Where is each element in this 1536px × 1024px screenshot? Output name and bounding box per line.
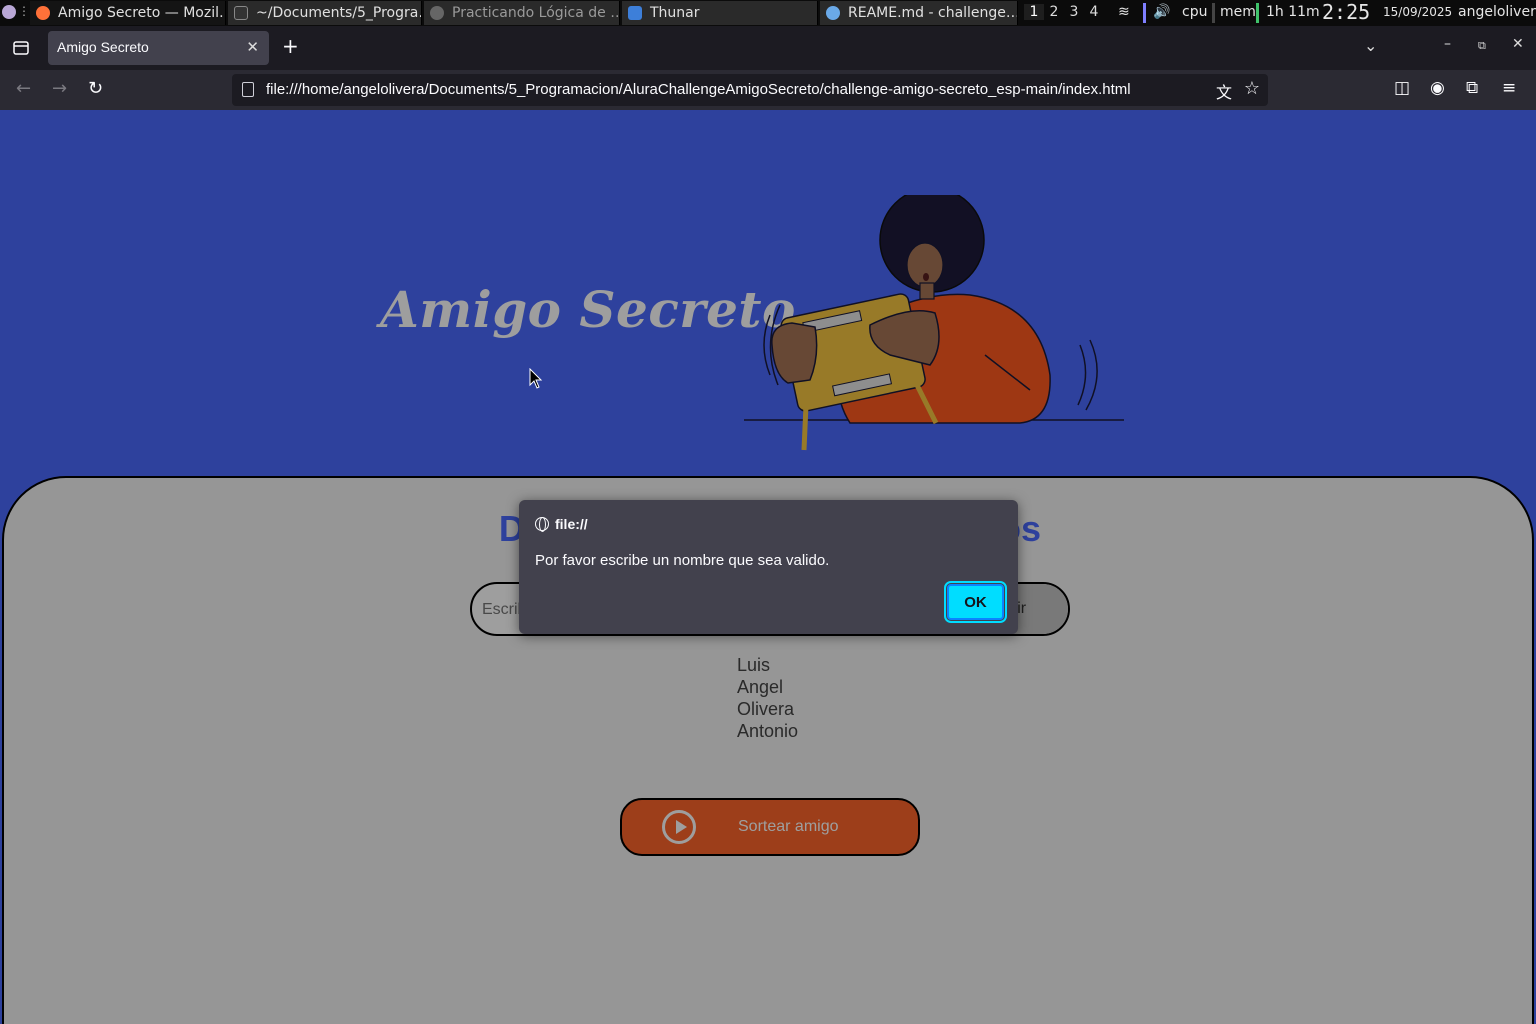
page-icon (242, 82, 254, 97)
dialog-origin-text: file:// (555, 516, 588, 532)
menu-icon[interactable]: ≡ (1502, 78, 1516, 98)
wifi-icon[interactable]: ≋ (1118, 4, 1130, 20)
workspace-switcher[interactable]: 1234 (1024, 4, 1104, 20)
mouse-cursor-icon (529, 368, 543, 389)
taskbar-task-terminal[interactable]: ~/Documents/5_Progra… (228, 1, 422, 25)
indicator-bar (1143, 3, 1146, 23)
globe-icon (535, 517, 549, 532)
workspace-1[interactable]: 1 (1024, 4, 1044, 20)
editor-icon (826, 6, 840, 20)
taskbar-task-label: REAME.md - challenge… (848, 5, 1018, 21)
ok-button[interactable]: OK (944, 581, 1007, 623)
page-icon (430, 6, 444, 20)
date: 15/09/2025 (1383, 5, 1453, 19)
workspace-4[interactable]: 4 (1084, 4, 1104, 20)
browser-nav-bar: ← → ↻ file:///home/angelolivera/Document… (0, 70, 1536, 110)
pocket-icon[interactable]: ◫ (1394, 78, 1410, 98)
clock: 2:25 (1322, 0, 1371, 24)
forward-icon[interactable]: → (52, 78, 67, 99)
system-taskbar: ⋮ Amigo Secreto — Mozil… ~/Documents/5_P… (0, 0, 1536, 26)
uptime-text: 1h 11m (1266, 4, 1320, 20)
taskbar-task-label: ~/Documents/5_Progra… (256, 5, 422, 21)
close-window-icon[interactable]: ✕ (1512, 36, 1524, 52)
minimize-icon[interactable]: – (1444, 36, 1451, 52)
dialog-message: Por favor escribe un nombre que sea vali… (535, 552, 830, 569)
taskbar-task-browser-page[interactable]: Practicando Lógica de … (424, 1, 620, 25)
tab-title: Amigo Secreto (57, 39, 149, 55)
taskbar-task-firefox[interactable]: Amigo Secreto — Mozil… (30, 1, 226, 25)
extensions-icon[interactable]: ⧉ (1466, 78, 1478, 98)
reload-icon[interactable]: ↻ (88, 78, 103, 99)
terminal-icon (234, 6, 248, 20)
firefox-view-icon[interactable] (12, 39, 30, 57)
cpu-graph (1212, 3, 1215, 23)
app-menu-icon[interactable] (2, 5, 16, 19)
bookmark-star-icon[interactable]: ☆ (1244, 78, 1260, 99)
url-text[interactable]: file:///home/angelolivera/Documents/5_Pr… (266, 81, 1131, 98)
translate-icon[interactable]: 文 (1216, 79, 1232, 103)
workspace-3[interactable]: 3 (1064, 4, 1084, 20)
dialog-origin: file:// (535, 516, 588, 532)
close-tab-icon[interactable]: ✕ (246, 38, 259, 56)
taskbar-task-thunar[interactable]: Thunar (622, 1, 818, 25)
account-icon[interactable]: ◉ (1430, 78, 1445, 98)
folder-icon (628, 6, 642, 20)
mem-monitor: mem (1220, 4, 1256, 20)
cpu-monitor: cpu (1182, 4, 1208, 20)
handle-icon: ⋮ (18, 4, 30, 18)
username[interactable]: angelolivera (1458, 4, 1536, 20)
volume-icon[interactable]: 🔊 (1153, 4, 1170, 20)
alert-dialog: file:// Por favor escribe un nombre que … (519, 500, 1018, 634)
taskbar-task-editor[interactable]: REAME.md - challenge… (820, 1, 1018, 25)
address-bar[interactable]: file:///home/angelolivera/Documents/5_Pr… (232, 74, 1268, 106)
taskbar-task-label: Thunar (650, 5, 700, 21)
tab-amigo-secreto[interactable]: Amigo Secreto ✕ (48, 31, 269, 65)
browser-tab-strip: Amigo Secreto ✕ + ⌄ – ⧉ ✕ (0, 26, 1536, 70)
restore-icon[interactable]: ⧉ (1478, 39, 1486, 53)
taskbar-task-label: Practicando Lógica de … (452, 5, 620, 21)
new-tab-button[interactable]: + (282, 34, 299, 58)
firefox-icon (36, 6, 50, 20)
mem-graph (1256, 3, 1259, 23)
taskbar-task-label: Amigo Secreto — Mozil… (58, 5, 226, 21)
list-tabs-icon[interactable]: ⌄ (1364, 36, 1377, 55)
back-icon[interactable]: ← (16, 78, 31, 99)
workspace-2[interactable]: 2 (1044, 4, 1064, 20)
